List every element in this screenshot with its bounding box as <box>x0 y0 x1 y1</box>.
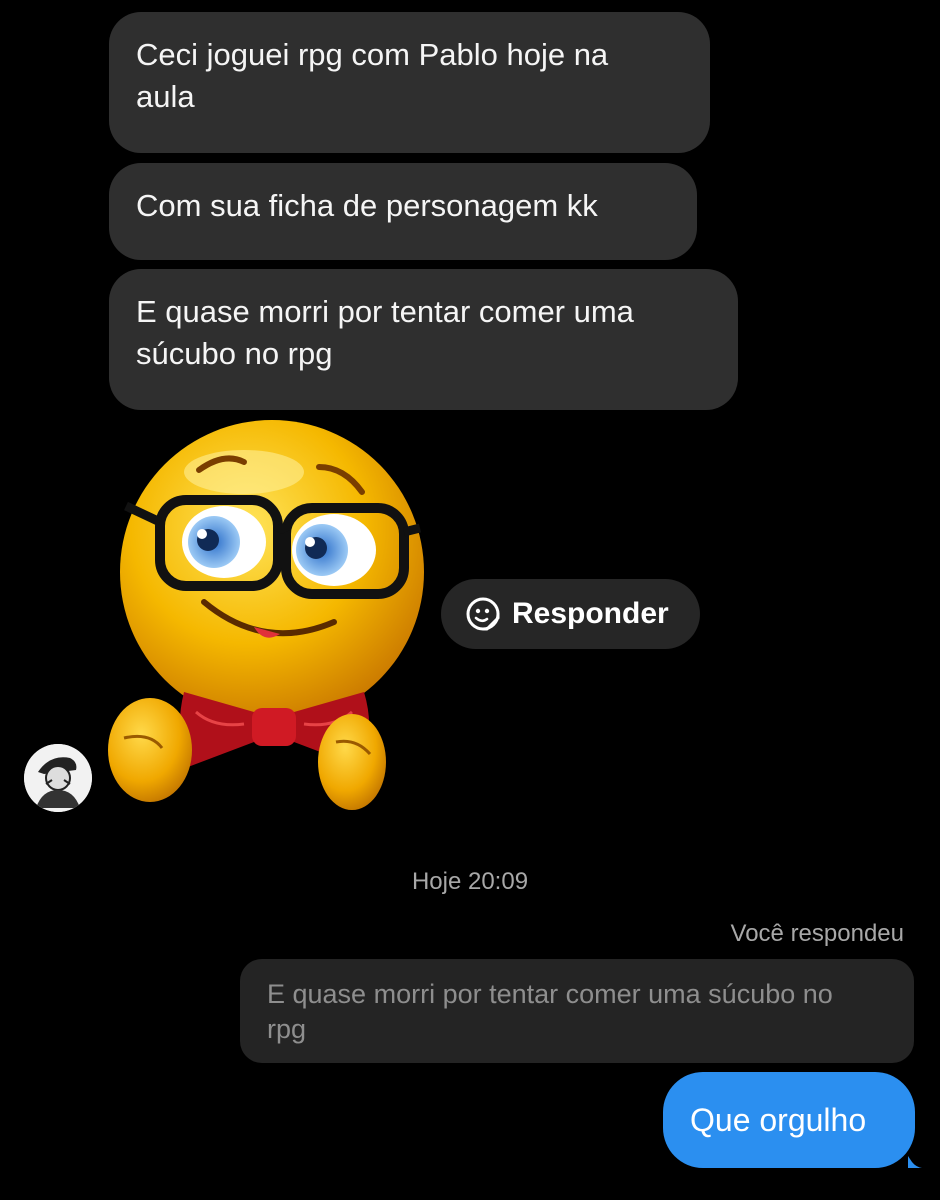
quoted-text-line: E quase morri por tentar comer uma súcub… <box>267 979 833 1009</box>
incoming-message-bubble[interactable]: Ceci joguei rpg com Pablo hoje na aula <box>109 12 710 153</box>
incoming-message-bubble[interactable]: Com sua ficha de personagem kk <box>109 163 697 260</box>
reply-button-label: Responder <box>512 597 669 630</box>
reply-button[interactable]: Responder <box>441 579 700 649</box>
incoming-message-bubble[interactable]: E quase morri por tentar comer uma súcub… <box>109 269 738 410</box>
message-text-line: Com sua ficha de personagem kk <box>136 188 598 223</box>
sent-message-text: Que orgulho <box>690 1101 867 1138</box>
sent-message-bubble[interactable]: Que orgulho <box>663 1072 915 1168</box>
nerd-emoji-sticker[interactable] <box>104 412 434 818</box>
user-avatar[interactable] <box>24 744 92 812</box>
message-text-line: E quase morri por tentar comer uma <box>136 294 634 329</box>
sticker-reply-icon <box>465 596 501 632</box>
quoted-text-line: rpg <box>267 1014 307 1044</box>
bubble-tail <box>908 1156 922 1168</box>
message-text-line: aula <box>136 79 195 114</box>
message-text-line: súcubo no rpg <box>136 336 333 371</box>
reply-context-label: Você respondeu <box>730 920 904 947</box>
message-text-line: Ceci joguei rpg com Pablo hoje na <box>136 37 609 72</box>
message-timestamp: Hoje 20:09 <box>411 868 529 895</box>
quoted-message[interactable]: E quase morri por tentar comer uma súcub… <box>240 959 914 1063</box>
